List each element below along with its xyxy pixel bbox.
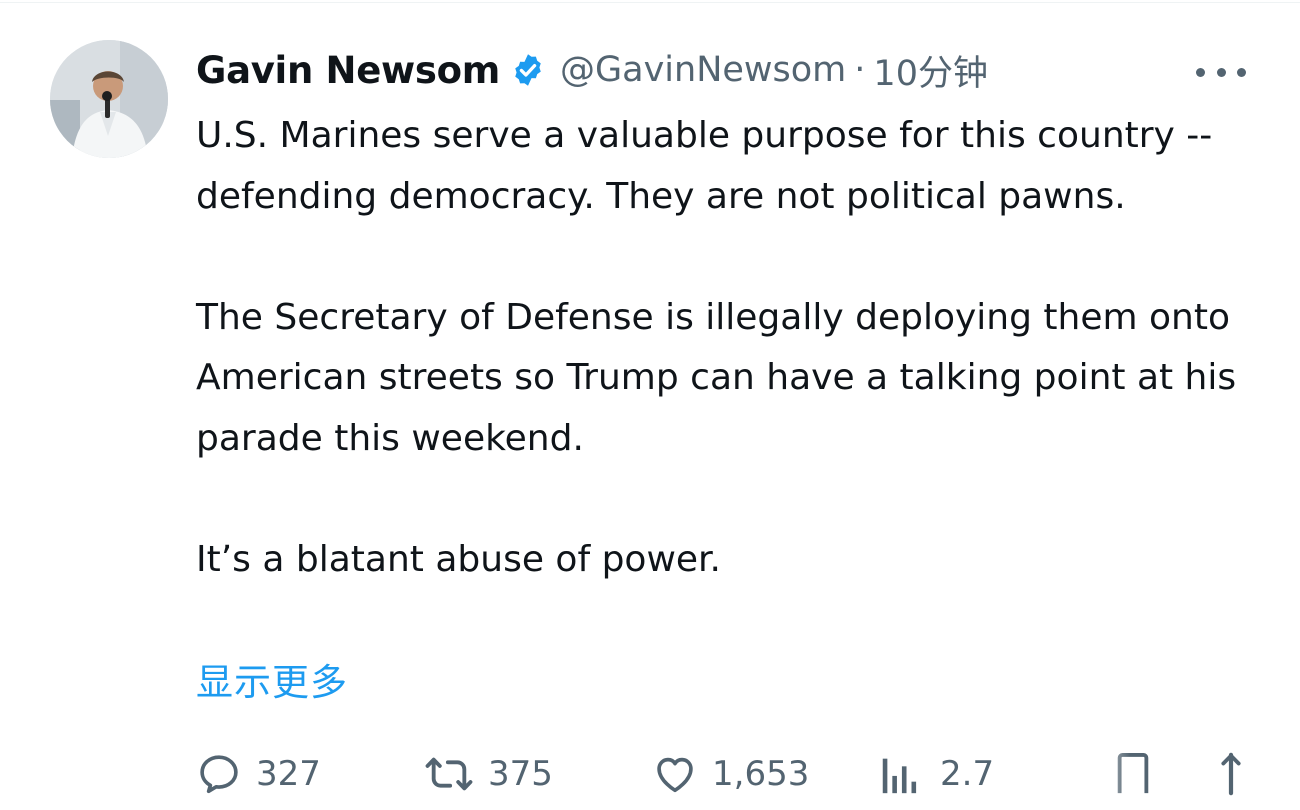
more-dots-icon [1237, 67, 1246, 77]
tweet-paragraph: U.S. Marines serve a valuable purpose fo… [196, 115, 1213, 217]
views-count: 2.7 [940, 754, 995, 794]
watermark-overlay [990, 748, 1130, 800]
more-dots-icon [1216, 67, 1226, 77]
top-divider [0, 2, 1300, 3]
tweet-text: U.S. Marines serve a valuable purpose fo… [196, 106, 1276, 590]
reply-icon [200, 755, 238, 794]
verified-badge-icon [515, 54, 541, 86]
retweet-icon [425, 757, 473, 791]
more-dots-icon [1196, 67, 1205, 77]
more-options-button[interactable] [1196, 60, 1246, 84]
reply-count: 327 [256, 754, 321, 794]
tweet-paragraph: The Secretary of Defense is illegally de… [196, 296, 1237, 459]
heart-icon [657, 757, 693, 793]
avatar[interactable] [50, 40, 168, 158]
tweet-timestamp[interactable]: 10分钟 [873, 45, 988, 96]
views-button[interactable]: 2.7 [880, 748, 994, 800]
meta-separator: · [854, 50, 866, 90]
author-handle[interactable]: @GavinNewsom [560, 50, 846, 90]
tweet-header: Gavin Newsom @GavinNewsom · 10分钟 [196, 44, 988, 96]
retweet-button[interactable]: 375 [424, 748, 553, 800]
views-chart-icon [882, 758, 917, 794]
like-count: 1,653 [712, 754, 810, 794]
share-icon [1221, 752, 1241, 796]
tweet-paragraph: It’s a blatant abuse of power. [196, 538, 721, 580]
reply-button[interactable]: 327 [196, 748, 321, 800]
share-button[interactable] [1216, 748, 1246, 800]
retweet-count: 375 [488, 754, 553, 794]
show-more-link[interactable]: 显示更多 [196, 652, 348, 706]
like-button[interactable]: 1,653 [652, 748, 809, 800]
avatar-photo [50, 40, 168, 158]
author-name[interactable]: Gavin Newsom [196, 49, 500, 92]
